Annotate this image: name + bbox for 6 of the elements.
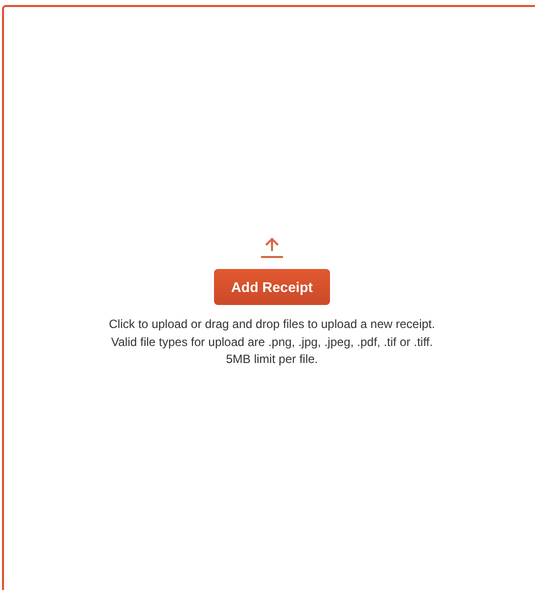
drop-zone[interactable]: Add Receipt Click to upload or drag and drop files to upload a new receipt. Valid file types for upload are .png, .jpg, .jpeg, .pdf, .tif or .tiff. 5MB limit per file. (2, 5, 535, 590)
add-receipt-button[interactable]: Add Receipt (214, 269, 330, 305)
upload-instructions: 5MB limit per file. (226, 351, 318, 368)
upload-instructions: Valid file types for upload are .png, .jpg, .jpeg, .pdf, .tif or .tiff. (111, 334, 433, 350)
upload-icon (261, 237, 283, 259)
upload-instructions: Click to upload or drag and drop files to upload a new receipt. (108, 316, 436, 333)
